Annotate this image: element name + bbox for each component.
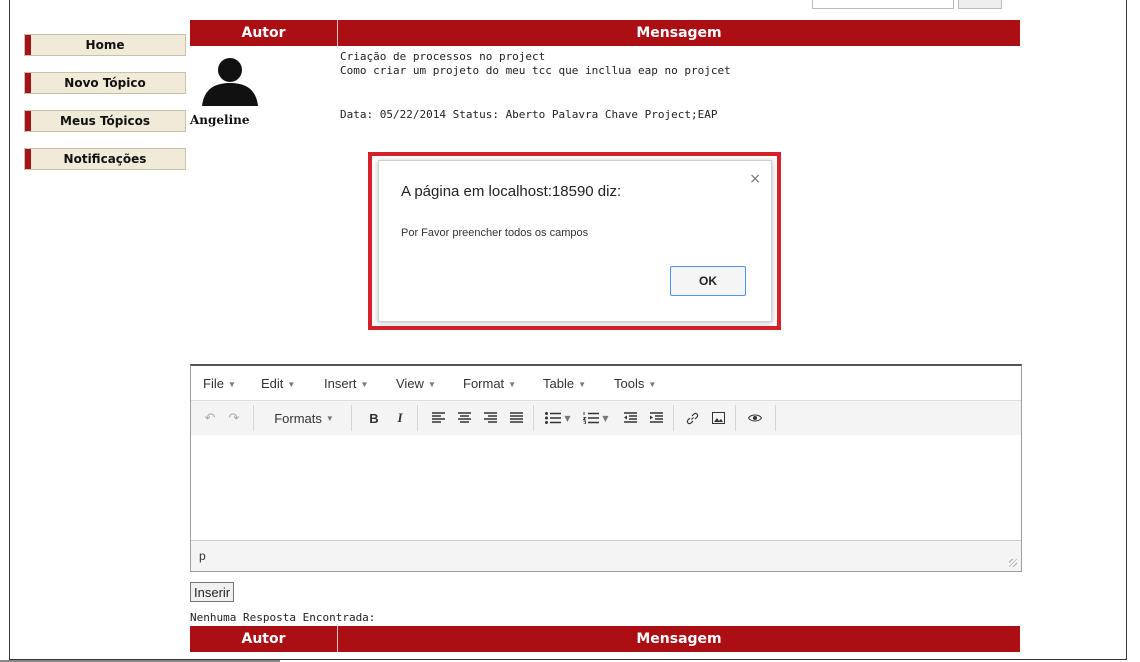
toolbar-divider [775, 405, 776, 431]
menu-label: Format [463, 376, 505, 391]
caret-down-icon: ▼ [287, 380, 296, 390]
caret-down-icon: ▼ [578, 380, 586, 390]
sidebar-item-label: Meus Tópicos [60, 114, 150, 128]
ok-button[interactable]: OK [670, 266, 746, 296]
menu-label: Table [543, 376, 575, 391]
toolbar-divider [533, 405, 534, 431]
menu-label: Edit [261, 376, 284, 391]
search-button[interactable] [958, 0, 1002, 9]
rich-text-editor: File ▼ Edit ▼ Insert ▼ View ▼ Format ▼ Table ▼… [190, 364, 1022, 572]
post-body: Como criar um projeto do meu tcc que inc… [340, 64, 731, 77]
author-column-header: Autor [190, 626, 338, 652]
topic-table-header: Autor Mensagem [190, 20, 1020, 46]
dialog-message: Por Favor preencher todos os campos [401, 227, 589, 239]
menu-file[interactable]: File ▼ [203, 376, 236, 391]
align-right-icon[interactable] [479, 407, 501, 429]
element-path[interactable]: p [199, 549, 206, 563]
dialog-title: A página em localhost:18590 diz: [401, 183, 622, 200]
close-icon[interactable]: × [749, 171, 761, 187]
sidebar-item-notificacoes[interactable]: Notificações [24, 148, 186, 170]
link-icon[interactable] [681, 407, 703, 429]
sidebar-item-label: Notificações [63, 152, 147, 166]
bold-icon[interactable]: B [363, 407, 385, 429]
numbered-list-icon[interactable]: ▼ [579, 407, 613, 429]
menu-table[interactable]: Table ▼ [543, 376, 586, 391]
sidebar-item-label: Novo Tópico [64, 76, 146, 90]
caret-down-icon: ▼ [427, 380, 436, 390]
sidebar-item-label: Home [85, 38, 125, 52]
image-icon[interactable] [707, 407, 729, 429]
toolbar-divider [253, 405, 254, 431]
post-title: Criação de processos no project [340, 50, 546, 63]
menu-tools[interactable]: Tools ▼ [614, 376, 656, 391]
message-column-header: Mensagem [636, 631, 722, 647]
post-meta: Data: 05/22/2014 Status: Aberto Palavra … [340, 108, 718, 121]
italic-icon[interactable]: I [389, 407, 411, 429]
insert-button[interactable]: Inserir [190, 582, 235, 602]
no-replies-text: Nenhuma Resposta Encontrada: [190, 611, 376, 624]
menu-view[interactable]: View ▼ [396, 376, 436, 391]
user-avatar-icon [202, 58, 258, 106]
message-column-header: Mensagem [636, 25, 722, 41]
toolbar-divider [351, 405, 352, 431]
editor-content-area[interactable] [191, 435, 1021, 540]
menu-edit[interactable]: Edit ▼ [261, 376, 295, 391]
editor-menubar: File ▼ Edit ▼ Insert ▼ View ▼ Format ▼ Table ▼… [191, 366, 1021, 400]
undo-icon[interactable]: ↶ [199, 407, 221, 429]
menu-insert[interactable]: Insert ▼ [324, 376, 368, 391]
search-input[interactable] [812, 0, 954, 9]
caret-down-icon: ▼ [648, 380, 657, 390]
caret-down-icon: ▼ [227, 380, 236, 390]
menu-format[interactable]: Format ▼ [463, 376, 516, 391]
alert-dialog: A página em localhost:18590 diz: × Por F… [378, 160, 772, 322]
align-center-icon[interactable] [453, 407, 475, 429]
caret-down-icon: ▼ [325, 413, 334, 423]
sidebar-item-home[interactable]: Home [24, 34, 186, 56]
toolbar-divider [735, 405, 736, 431]
formats-label: Formats [274, 410, 322, 426]
replies-table-header: Autor Mensagem [190, 626, 1020, 652]
caret-down-icon: ▼ [508, 380, 517, 390]
toolbar-divider [673, 405, 674, 431]
outdent-icon[interactable] [619, 407, 641, 429]
redo-icon[interactable]: ↷ [223, 407, 245, 429]
indent-icon[interactable] [645, 407, 667, 429]
align-justify-icon[interactable] [505, 407, 527, 429]
bullet-list-icon[interactable]: ▼ [541, 407, 575, 429]
sidebar-item-meus-topicos[interactable]: Meus Tópicos [24, 110, 186, 132]
editor-toolbar: ↶ ↷ Formats ▼ B I ▼ ▼ [191, 400, 1021, 436]
align-left-icon[interactable] [427, 407, 449, 429]
menu-label: View [396, 376, 424, 391]
menu-label: File [203, 376, 224, 391]
author-column-header: Autor [190, 20, 338, 46]
author-name: Angeline [190, 113, 250, 127]
resize-handle-icon[interactable] [1009, 559, 1017, 567]
preview-eye-icon[interactable] [743, 407, 767, 429]
formats-dropdown[interactable]: Formats ▼ [263, 407, 345, 429]
menu-label: Tools [614, 376, 645, 391]
toolbar-divider [417, 405, 418, 431]
sidebar-item-novo-topico[interactable]: Novo Tópico [24, 72, 186, 94]
editor-statusbar: p [191, 540, 1021, 571]
menu-label: Insert [324, 376, 357, 391]
caret-down-icon: ▼ [360, 380, 369, 390]
